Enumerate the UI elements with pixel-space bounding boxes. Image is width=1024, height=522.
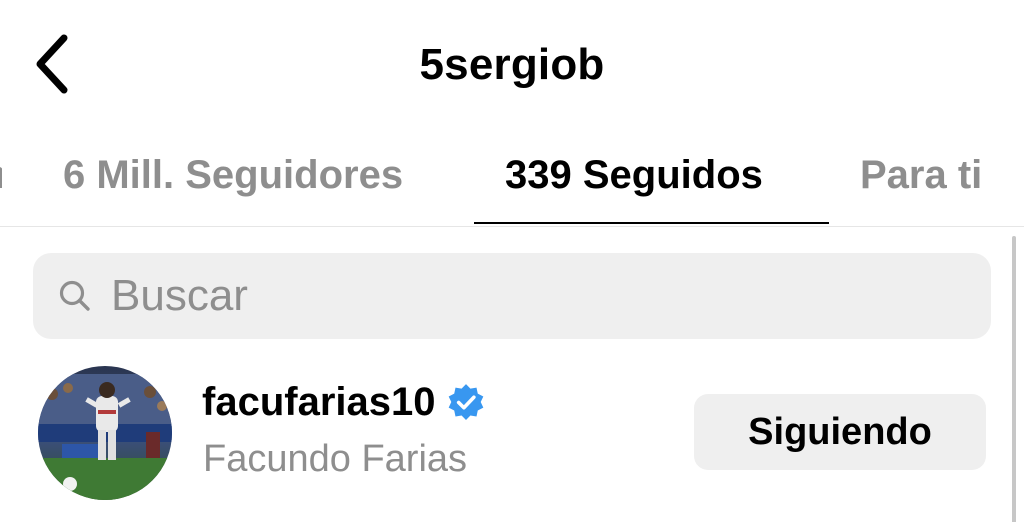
search-input[interactable] — [111, 271, 931, 321]
list-item[interactable]: facufarias10 Facundo Farias Siguiendo — [0, 360, 1024, 510]
active-tab-indicator — [474, 222, 829, 224]
avatar[interactable] — [38, 366, 172, 500]
following-screen: 5sergiob n 6 Mill. Seguidores 339 Seguid… — [0, 0, 1024, 522]
tab-following[interactable]: 339 Seguidos — [505, 150, 763, 200]
verified-badge-icon — [445, 382, 487, 424]
tab-bar: n 6 Mill. Seguidores 339 Seguidos Para t… — [0, 150, 1024, 226]
search-icon — [57, 278, 93, 314]
full-name: Facundo Farias — [203, 438, 468, 480]
page-title: 5sergiob — [419, 40, 605, 89]
username: facufarias10 — [202, 380, 436, 424]
tab-followers[interactable]: 6 Mill. Seguidores — [63, 150, 403, 200]
tab-for-you[interactable]: Para ti — [860, 150, 982, 200]
tab-previous-partial[interactable]: n — [0, 150, 2, 200]
tabs-divider — [0, 226, 1024, 227]
search-bar[interactable] — [33, 253, 991, 339]
following-button[interactable]: Siguiendo — [694, 394, 986, 470]
username-link[interactable]: facufarias10 — [202, 380, 487, 425]
